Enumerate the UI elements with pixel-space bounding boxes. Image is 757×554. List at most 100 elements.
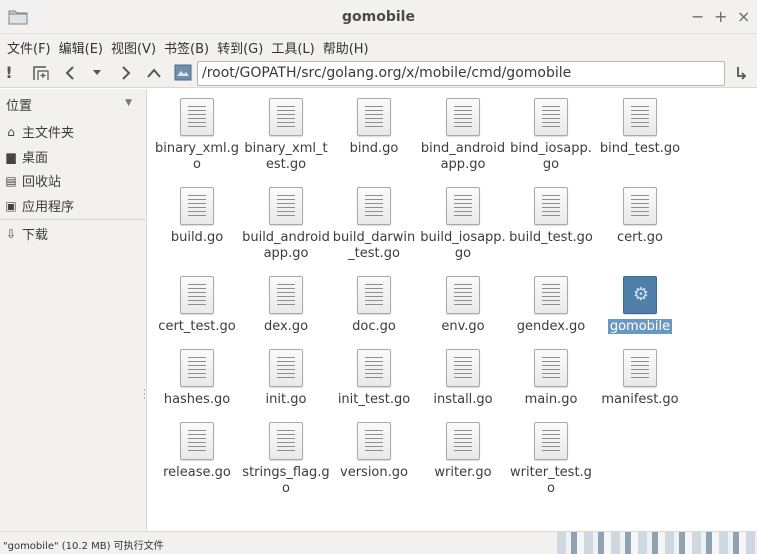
file-item[interactable]: binary_xml.go	[152, 98, 242, 173]
file-name: writer.go	[434, 465, 492, 480]
menu-go[interactable]: 转到(G)	[216, 34, 270, 58]
chevron-down-icon[interactable]: ▼	[125, 98, 132, 108]
file-item[interactable]: version.go	[329, 422, 419, 481]
text-file-icon	[446, 276, 480, 314]
file-name: init.go	[265, 392, 307, 407]
text-file-icon	[446, 349, 480, 387]
file-item[interactable]: bind_androidapp.go	[418, 98, 508, 173]
file-item[interactable]: init.go	[241, 349, 331, 408]
sidebar-item-label: 下载	[22, 228, 49, 243]
file-item-selected[interactable]: ⚙ gomobile	[595, 276, 685, 335]
sidebar: 位置 ▼ ⌂ 主文件夹 ▆ 桌面 ▤ 回收站 ▣ 应用程序 ⇩ 下载 · · ·	[0, 89, 147, 531]
back-icon[interactable]	[64, 66, 78, 80]
history-dropdown-icon[interactable]	[92, 69, 102, 77]
file-name: build_androidapp.go	[242, 230, 330, 261]
text-file-icon	[269, 276, 303, 314]
file-name: doc.go	[352, 319, 396, 334]
file-item[interactable]: hashes.go	[152, 349, 242, 408]
file-name: binary_xml_test.go	[244, 141, 328, 172]
file-name: build_darwin_test.go	[332, 230, 416, 261]
file-name: install.go	[433, 392, 493, 407]
menu-bar: 文件(F) 编辑(E) 视图(V) 书签(B) 转到(G) 工具(L) 帮助(H…	[0, 34, 757, 58]
file-name: version.go	[340, 465, 408, 480]
file-name: bind_iosapp.go	[510, 141, 592, 172]
text-file-icon	[180, 349, 214, 387]
file-item[interactable]: release.go	[152, 422, 242, 481]
file-name: build_test.go	[509, 230, 593, 245]
sidebar-header[interactable]: 位置 ▼	[0, 89, 146, 115]
menu-help[interactable]: 帮助(H)	[322, 34, 376, 58]
text-file-icon	[357, 349, 391, 387]
sidebar-item-label: 回收站	[22, 175, 62, 190]
file-item[interactable]: build_test.go	[506, 187, 596, 246]
sidebar-item-applications[interactable]: ▣ 应用程序	[0, 193, 146, 216]
file-item[interactable]: writer.go	[418, 422, 508, 481]
location-bar[interactable]: /root/GOPATH/src/golang.org/x/mobile/cmd…	[197, 61, 725, 86]
desktop-icon: ▆	[6, 149, 16, 164]
home-icon: ⌂	[7, 124, 15, 139]
file-name: binary_xml.go	[155, 141, 239, 172]
file-item[interactable]: bind.go	[329, 98, 419, 157]
file-item[interactable]: init_test.go	[329, 349, 419, 408]
file-item[interactable]: cert_test.go	[152, 276, 242, 335]
file-item[interactable]: strings_flag.go	[241, 422, 331, 497]
file-item[interactable]: doc.go	[329, 276, 419, 335]
file-name: cert.go	[617, 230, 663, 245]
file-item[interactable]: bind_iosapp.go	[506, 98, 596, 173]
pane-resize-handle[interactable]: · · ·	[143, 387, 147, 404]
file-item[interactable]: bind_test.go	[595, 98, 685, 157]
toggle-sidebar-icon[interactable]: !	[4, 62, 14, 84]
file-item[interactable]: main.go	[506, 349, 596, 408]
sidebar-divider	[0, 219, 146, 220]
file-item[interactable]: build_androidapp.go	[241, 187, 331, 262]
new-tab-icon[interactable]	[32, 65, 50, 81]
status-text: "gomobile" (10.2 MB) 可执行文件	[3, 541, 164, 552]
text-file-icon	[180, 422, 214, 460]
sidebar-item-desktop[interactable]: ▆ 桌面	[0, 144, 146, 167]
file-item[interactable]: build.go	[152, 187, 242, 246]
up-icon[interactable]	[146, 66, 162, 80]
text-file-icon	[534, 98, 568, 136]
menu-edit[interactable]: 编辑(E)	[58, 34, 110, 58]
file-item[interactable]: binary_xml_test.go	[241, 98, 331, 173]
file-name: build_iosapp.go	[420, 230, 506, 261]
file-item[interactable]: build_darwin_test.go	[329, 187, 419, 262]
minimize-button[interactable]: −	[691, 7, 704, 26]
close-button[interactable]: ×	[737, 7, 750, 26]
text-file-icon	[269, 187, 303, 225]
file-item[interactable]: manifest.go	[595, 349, 685, 408]
file-view: binary_xml.go binary_xml_test.go bind.go…	[148, 89, 757, 531]
file-item[interactable]: install.go	[418, 349, 508, 408]
trash-icon: ▤	[5, 173, 17, 188]
file-item[interactable]: env.go	[418, 276, 508, 335]
text-file-icon	[180, 276, 214, 314]
sidebar-item-trash[interactable]: ▤ 回收站	[0, 168, 146, 191]
text-file-icon	[534, 349, 568, 387]
text-file-icon	[357, 187, 391, 225]
sidebar-item-downloads[interactable]: ⇩ 下载	[0, 221, 146, 244]
file-name: writer_test.go	[510, 465, 592, 496]
file-name: manifest.go	[601, 392, 679, 407]
applications-icon: ▣	[5, 198, 17, 213]
location-folder-icon	[174, 64, 192, 81]
file-item[interactable]: cert.go	[595, 187, 685, 246]
sidebar-header-label: 位置	[6, 99, 33, 114]
file-name: cert_test.go	[158, 319, 236, 334]
file-item[interactable]: writer_test.go	[506, 422, 596, 497]
forward-icon[interactable]	[118, 66, 132, 80]
file-name: strings_flag.go	[242, 465, 330, 496]
sidebar-item-home[interactable]: ⌂ 主文件夹	[0, 119, 146, 142]
file-item[interactable]: gendex.go	[506, 276, 596, 335]
file-item[interactable]: dex.go	[241, 276, 331, 335]
text-file-icon	[446, 422, 480, 460]
menu-view[interactable]: 视图(V)	[110, 34, 163, 58]
go-jump-icon[interactable]	[733, 65, 749, 81]
file-name: init_test.go	[337, 392, 411, 407]
menu-tools[interactable]: 工具(L)	[270, 34, 321, 58]
file-item[interactable]: build_iosapp.go	[418, 187, 508, 262]
file-name: bind_androidapp.go	[420, 141, 506, 172]
menu-file[interactable]: 文件(F)	[6, 34, 58, 58]
maximize-button[interactable]: +	[714, 7, 727, 26]
menu-bookmarks[interactable]: 书签(B)	[163, 34, 216, 58]
text-file-icon	[534, 276, 568, 314]
